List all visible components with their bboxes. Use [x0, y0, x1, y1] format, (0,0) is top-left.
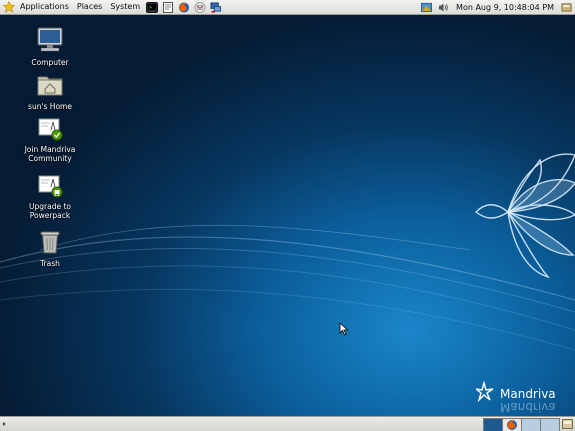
workspace-3[interactable]	[521, 418, 541, 431]
computer-icon	[37, 27, 63, 52]
workspace-1[interactable]	[483, 418, 503, 431]
mandriva-flower-graphic	[474, 153, 575, 279]
desktop-icon-label: Upgrade to Powerpack	[29, 202, 71, 220]
workspace-2[interactable]	[502, 418, 522, 431]
desktop-icon-label: Join Mandriva Community	[24, 145, 76, 163]
menu-places[interactable]: Places	[73, 0, 106, 14]
notification-area: Mon Aug 9, 10:48:04 PM	[418, 0, 575, 14]
desktop-icon-join-community[interactable]: Join Mandriva Community	[20, 117, 80, 163]
menu-applications[interactable]: Applications	[16, 0, 73, 14]
firefox-icon[interactable]	[178, 1, 190, 13]
terminal-icon[interactable]: >	[146, 1, 159, 13]
upgrade-icon	[38, 175, 63, 198]
home-folder-icon	[37, 76, 63, 96]
mail-icon[interactable]	[194, 1, 206, 13]
workspace-4[interactable]	[540, 418, 560, 431]
desktop-icon-home[interactable]: sun's Home	[20, 72, 80, 111]
fast-user-switch-icon[interactable]	[561, 2, 572, 13]
main-menu-bar: Applications Places System >	[0, 0, 224, 14]
mandriva-logo: Mandriva Mandriva	[473, 380, 556, 414]
join-community-icon	[38, 118, 63, 141]
applications-star-icon[interactable]	[2, 0, 16, 14]
svg-text:>: >	[149, 5, 152, 11]
mandriva-star-icon	[473, 380, 494, 403]
show-desktop-icon[interactable]	[562, 419, 573, 429]
desktop-icon-label: Computer	[31, 58, 69, 67]
panel-arrow-icon[interactable]	[2, 421, 7, 427]
desktop[interactable]: Applications Places System > Mon Aug 9, …	[0, 0, 575, 431]
desktop-icon-label: sun's Home	[28, 102, 72, 111]
bottom-panel	[0, 416, 575, 431]
desktop-icon-trash[interactable]: Trash	[20, 229, 80, 268]
volume-icon[interactable]	[438, 2, 449, 13]
trash-icon	[40, 231, 60, 254]
top-panel: Applications Places System > Mon Aug 9, …	[0, 0, 575, 15]
mouse-pointer-icon	[339, 322, 349, 336]
mandriva-wordmark: Mandriva	[500, 387, 556, 401]
desktop-icon-upgrade[interactable]: Upgrade to Powerpack	[20, 174, 80, 220]
desktop-icon-computer[interactable]: Computer	[20, 26, 80, 67]
text-editor-icon[interactable]	[162, 1, 174, 13]
clock[interactable]: Mon Aug 9, 10:48:04 PM	[452, 3, 558, 12]
mandriva-wordmark-reflection: Mandriva	[500, 400, 556, 414]
firefox-icon	[507, 420, 517, 430]
update-notifier-icon[interactable]	[421, 2, 433, 13]
desktop-icon-label: Trash	[40, 259, 60, 268]
menu-system[interactable]: System	[106, 0, 144, 14]
network-icon[interactable]	[210, 1, 222, 13]
